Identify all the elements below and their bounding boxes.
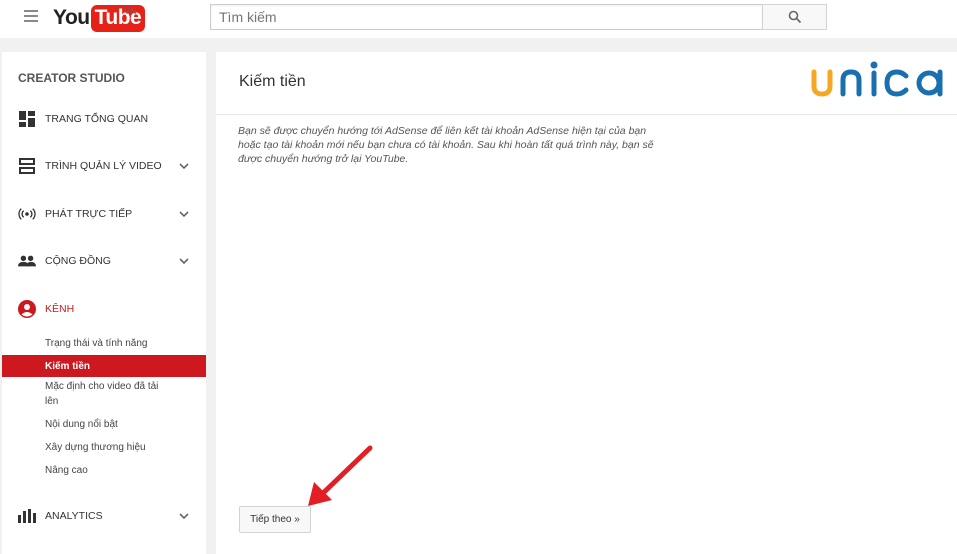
creator-studio-title: CREATOR STUDIO [18, 71, 125, 85]
youtube-logo[interactable]: You Tube VN [53, 4, 146, 32]
sidebar-subitem-status[interactable]: Trạng thái và tính năng [2, 336, 206, 351]
sidebar-item-label: KÊNH [45, 303, 75, 315]
sidebar-item-label: ANALYTICS [45, 510, 103, 522]
logo-you-text: You [53, 6, 90, 29]
sidebar-item-label: PHÁT TRỰC TIẾP [45, 208, 133, 220]
sidebar-item-label: TRANG TỔNG QUAN [45, 113, 149, 125]
chevron-down-icon[interactable] [179, 256, 189, 266]
sidebar-item-dashboard[interactable]: TRANG TỔNG QUAN [2, 104, 206, 134]
sidebar-item-label: TRÌNH QUẢN LÝ VIDEO [45, 160, 162, 172]
sidebar-subitem-featured-content[interactable]: Nội dung nổi bật [2, 417, 206, 432]
main-content: Kiếm tiền Bạn sẽ được chuyển hướng tới A… [216, 52, 957, 554]
sidebar-subitem-monetization[interactable]: Kiếm tiền [2, 355, 206, 377]
chevron-down-icon[interactable] [179, 161, 189, 171]
live-broadcast-icon [18, 205, 36, 223]
sidebar-item-live[interactable]: PHÁT TRỰC TIẾP [2, 199, 206, 229]
adsense-description: Bạn sẽ được chuyển hướng tới AdSense để … [238, 125, 654, 165]
unica-watermark-logo [810, 58, 950, 102]
sidebar-subitem-branding[interactable]: Xây dựng thương hiệu [2, 440, 206, 455]
community-icon [18, 252, 36, 270]
search-button[interactable] [762, 4, 827, 30]
sidebar-item-analytics[interactable]: ANALYTICS [2, 501, 206, 531]
video-manager-icon [18, 157, 36, 175]
sidebar-subitem-advanced[interactable]: Nâng cao [2, 463, 206, 478]
channel-icon [18, 300, 36, 318]
menu-icon[interactable] [24, 10, 38, 22]
sidebar-item-channel[interactable]: KÊNH [2, 294, 206, 324]
chevron-down-icon[interactable] [179, 511, 189, 521]
logo-region: VN [124, 6, 137, 16]
search-input[interactable] [210, 4, 763, 30]
red-arrow-icon [308, 445, 373, 506]
chevron-down-icon[interactable] [179, 209, 189, 219]
logo-tube-text: Tube [90, 4, 146, 32]
divider [216, 114, 957, 115]
sidebar: CREATOR STUDIO TRANG TỔNG QUAN TRÌNH QUẢ… [2, 52, 206, 554]
dashboard-icon [18, 110, 36, 128]
top-bar: You Tube VN [0, 0, 957, 38]
analytics-icon [18, 507, 36, 525]
sidebar-item-video-manager[interactable]: TRÌNH QUẢN LÝ VIDEO [2, 151, 206, 181]
sidebar-item-label: CỘNG ĐỒNG [45, 255, 111, 267]
next-button[interactable]: Tiếp theo » [239, 506, 311, 533]
search-icon [788, 10, 801, 24]
sidebar-subitem-upload-defaults[interactable]: Mặc định cho video đã tải lên [2, 379, 162, 409]
sidebar-item-community[interactable]: CỘNG ĐỒNG [2, 246, 206, 276]
page-title: Kiếm tiền [239, 73, 306, 90]
